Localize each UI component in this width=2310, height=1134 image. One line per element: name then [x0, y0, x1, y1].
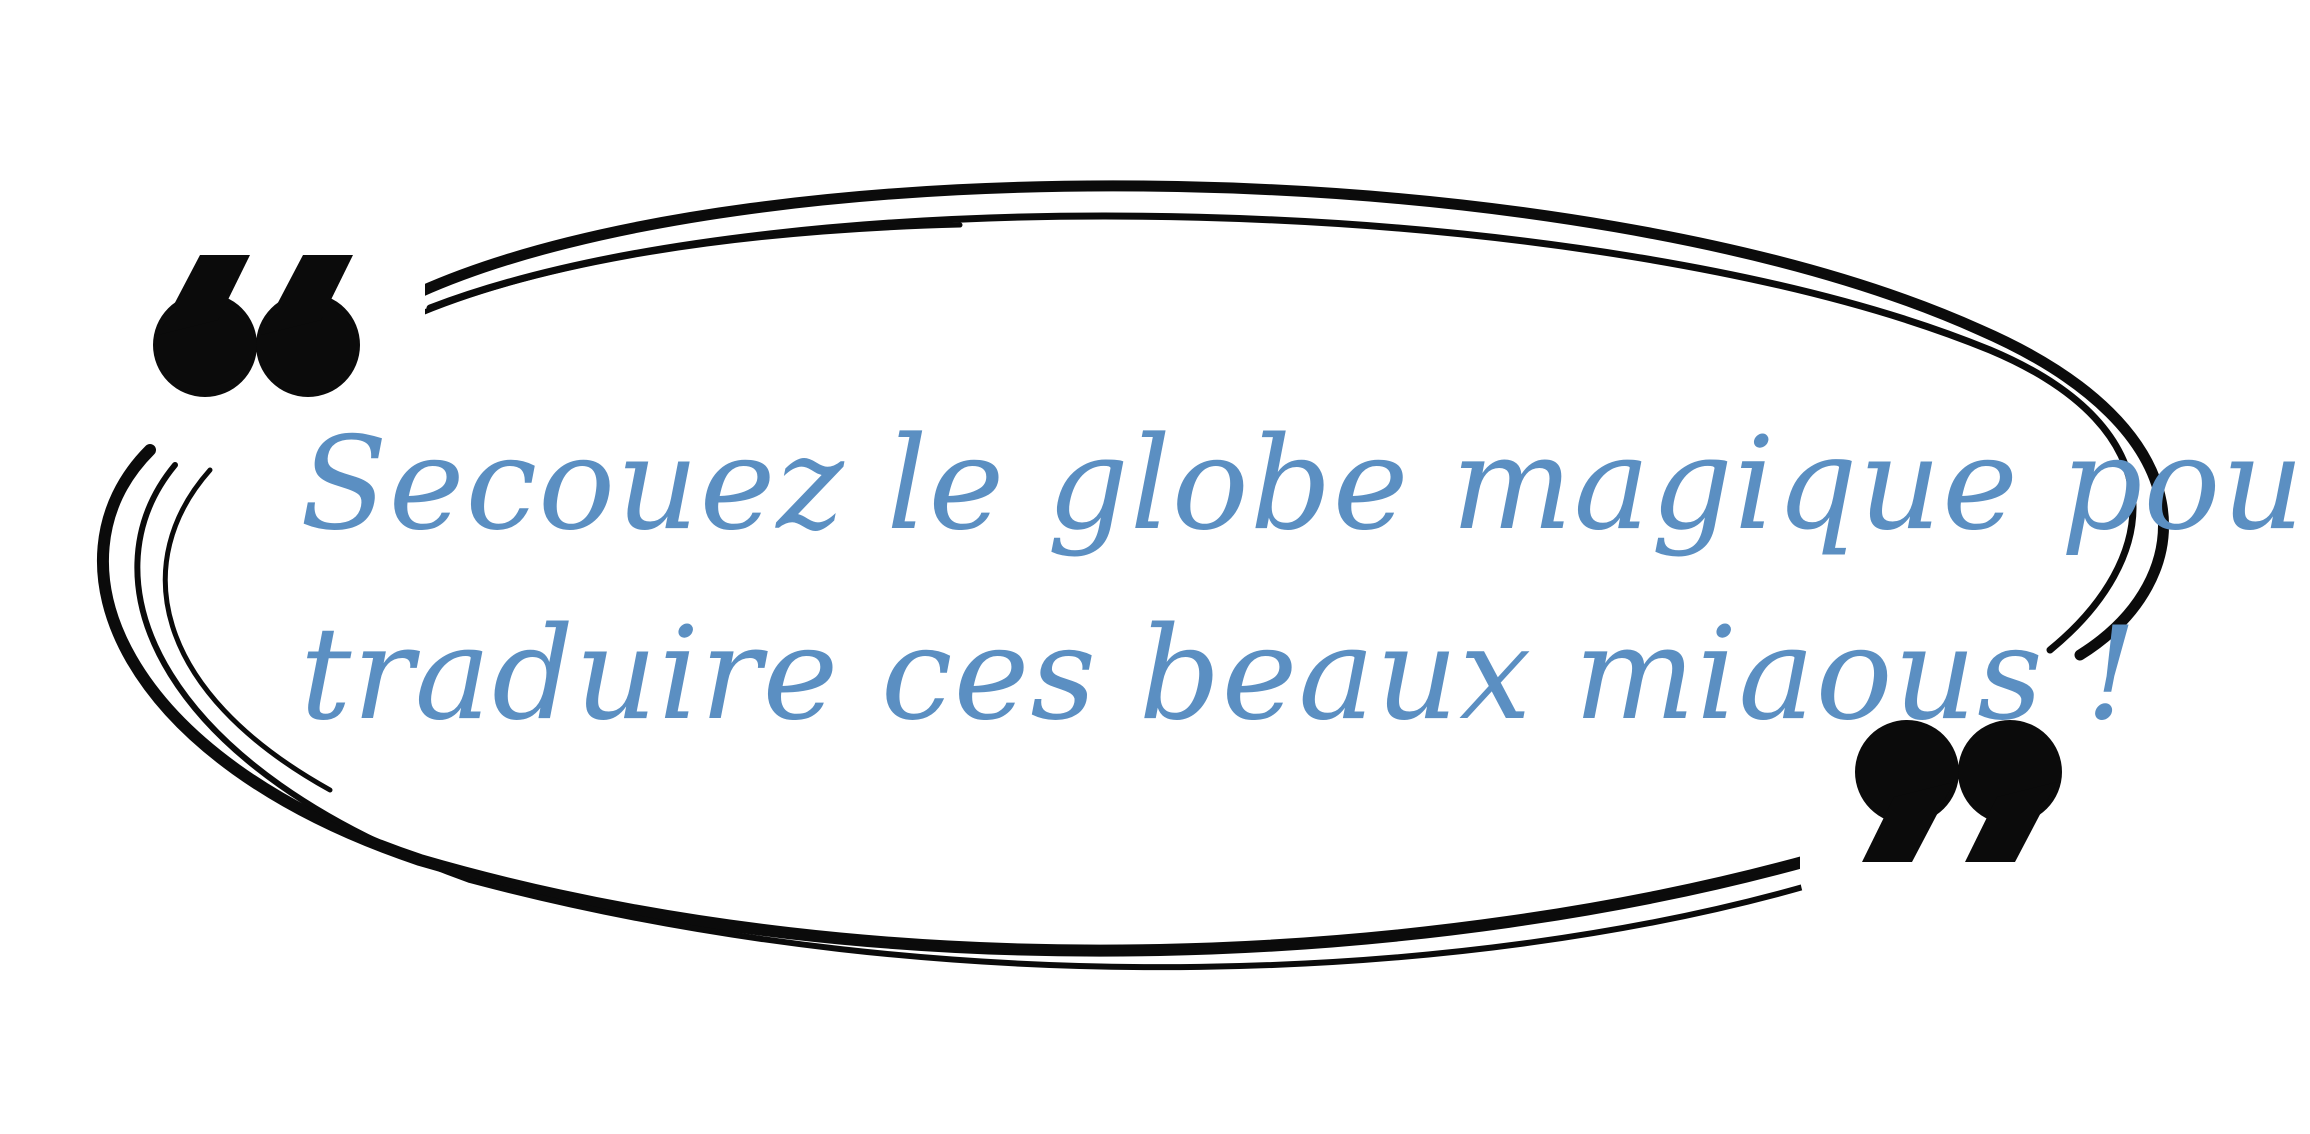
quote-text: Secouez le globe magique pour traduire c…: [300, 390, 2310, 750]
quote-line-2: traduire ces beaux miaous !: [300, 600, 2138, 749]
quote-line-1: Secouez le globe magique pour: [300, 410, 2310, 559]
